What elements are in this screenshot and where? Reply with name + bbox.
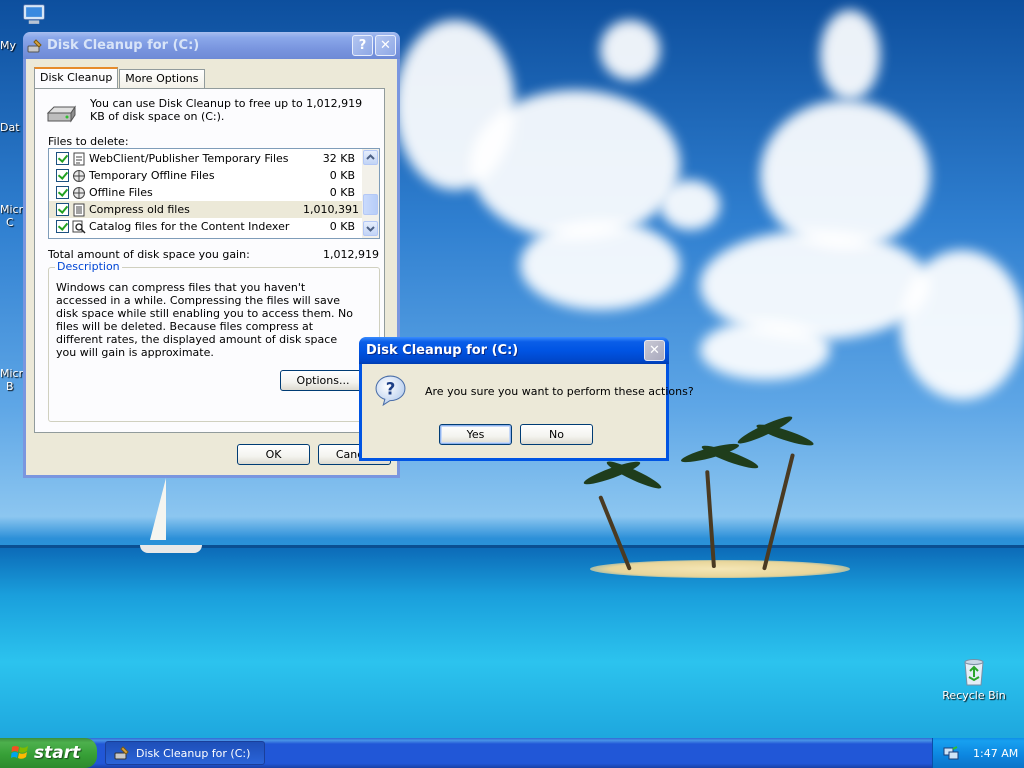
disk-cleanup-icon: [114, 746, 129, 760]
sailboat: [150, 478, 166, 540]
checkbox[interactable]: [56, 220, 69, 233]
checkbox[interactable]: [56, 203, 69, 216]
recycle-bin-icon: [964, 659, 984, 686]
my-computer-label: My: [0, 39, 17, 52]
file-label: WebClient/Publisher Temporary Files: [89, 152, 289, 165]
intro-text: You can use Disk Cleanup to free up to 1…: [90, 97, 363, 123]
disk-cleanup-window[interactable]: Disk Cleanup for (C:) ? ✕ Disk Cleanup M…: [23, 32, 400, 478]
scroll-down-button[interactable]: [363, 221, 378, 236]
window-title: Disk Cleanup for (C:): [47, 38, 200, 53]
network-icon[interactable]: [943, 745, 959, 761]
file-size: 0 KB: [329, 186, 355, 199]
micro-icon-label-2b: B: [6, 380, 14, 393]
disk-cleanup-icon: [27, 38, 42, 52]
taskbar-item-disk-cleanup[interactable]: Disk Cleanup for (C:): [105, 741, 265, 765]
micro-icon-label-1b: C: [6, 216, 14, 229]
clock[interactable]: 1:47 AM: [973, 747, 1018, 760]
checkbox[interactable]: [56, 186, 69, 199]
confirm-close-button[interactable]: ✕: [644, 340, 665, 361]
tab-strip: Disk Cleanup More Options: [34, 67, 206, 88]
file-label: Catalog files for the Content Indexer: [89, 220, 290, 233]
confirm-message: Are you sure you want to perform these a…: [425, 385, 694, 398]
question-icon: ?: [375, 375, 406, 407]
list-scrollbar[interactable]: [362, 149, 379, 238]
chevron-down-icon: [366, 226, 375, 232]
confirm-dialog[interactable]: Disk Cleanup for (C:) ✕ ? Are you sure y…: [359, 337, 694, 461]
file-size: 0 KB: [329, 220, 355, 233]
recycle-bin-label: Recycle Bin: [942, 689, 1006, 702]
scroll-up-button[interactable]: [363, 150, 378, 165]
files-to-delete-list[interactable]: WebClient/Publisher Temporary Files 32 K…: [48, 148, 380, 239]
yes-button[interactable]: Yes: [439, 424, 512, 445]
list-item-selected[interactable]: Compress old files 1,010,391: [49, 201, 363, 218]
list-item[interactable]: WebClient/Publisher Temporary Files 32 K…: [49, 150, 363, 167]
offline-files-icon: [73, 186, 85, 199]
total-gain-value: 1,012,919: [323, 248, 379, 261]
description-text: Windows can compress files that you have…: [56, 281, 354, 359]
help-button[interactable]: ?: [352, 35, 373, 56]
file-label: Temporary Offline Files: [89, 169, 215, 182]
offline-files-icon: [73, 169, 85, 182]
taskbar: start Disk Cleanup for (C:) 1:47 AM: [0, 738, 1024, 768]
file-size: 32 KB: [322, 152, 355, 165]
no-button[interactable]: No: [520, 424, 593, 445]
svg-text:?: ?: [386, 380, 396, 399]
confirm-titlebar[interactable]: Disk Cleanup for (C:) ✕: [359, 337, 669, 364]
list-item[interactable]: Temporary Offline Files 0 KB: [49, 167, 363, 184]
tab-page: You can use Disk Cleanup to free up to 1…: [34, 88, 385, 433]
hard-drive-icon: [46, 105, 76, 123]
tab-more-options[interactable]: More Options: [119, 69, 205, 88]
checkbox[interactable]: [56, 169, 69, 182]
file-size: 0 KB: [329, 169, 355, 182]
recycle-bin[interactable]: Recycle Bin: [936, 655, 1012, 702]
options-button[interactable]: Options...: [280, 370, 366, 391]
description-label: Description: [55, 260, 122, 273]
compress-icon: [73, 203, 85, 216]
tab-disk-cleanup[interactable]: Disk Cleanup: [34, 67, 119, 88]
close-button[interactable]: ✕: [375, 35, 396, 56]
data-icon-label: Dat: [0, 121, 20, 134]
start-label: start: [34, 743, 81, 763]
file-label: Offline Files: [89, 186, 153, 199]
confirm-title: Disk Cleanup for (C:): [366, 343, 519, 358]
page-icon: [73, 152, 85, 165]
disk-cleanup-titlebar[interactable]: Disk Cleanup for (C:) ? ✕: [23, 32, 400, 59]
ok-button[interactable]: OK: [237, 444, 310, 465]
file-label: Compress old files: [89, 203, 190, 216]
chevron-up-icon: [366, 154, 375, 160]
list-item[interactable]: Offline Files 0 KB: [49, 184, 363, 201]
files-to-delete-label: Files to delete:: [48, 135, 129, 148]
scroll-thumb[interactable]: [363, 194, 378, 215]
windows-logo-icon: [11, 746, 28, 759]
system-tray: 1:47 AM: [932, 738, 1024, 768]
file-size: 1,010,391: [303, 203, 359, 216]
list-item[interactable]: Catalog files for the Content Indexer 0 …: [49, 218, 363, 235]
checkbox[interactable]: [56, 152, 69, 165]
search-doc-icon: [72, 220, 86, 234]
start-button[interactable]: start: [0, 738, 97, 768]
my-computer-icon[interactable]: [14, 2, 54, 32]
taskbar-item-label: Disk Cleanup for (C:): [136, 746, 251, 760]
